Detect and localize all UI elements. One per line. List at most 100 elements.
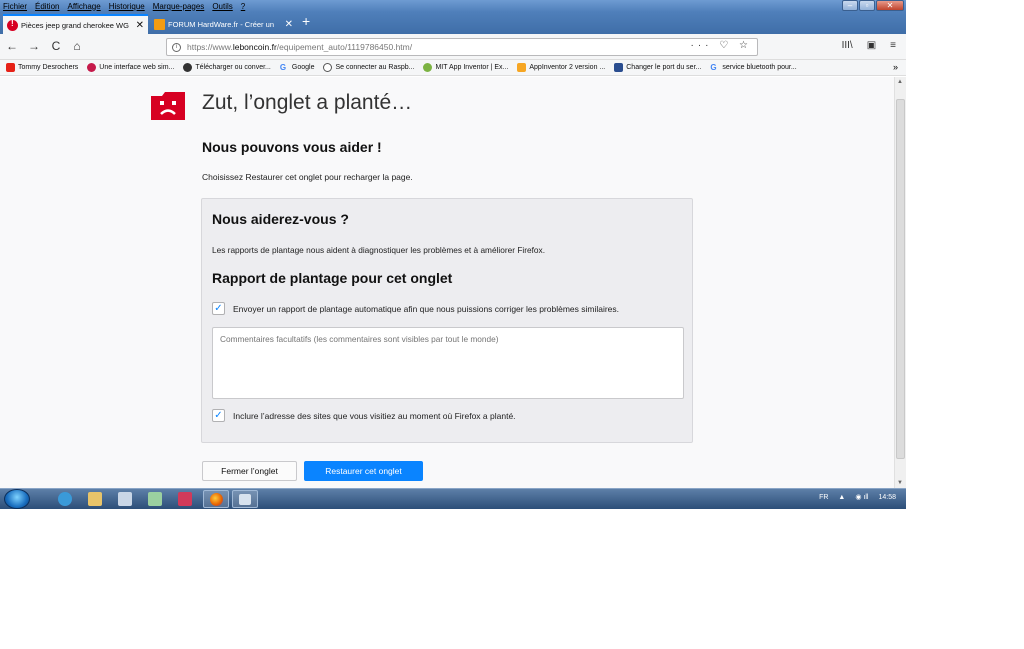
site-icon [614,63,624,72]
include-url-option[interactable]: ✓ Inclure l’adresse des sites que vous v… [212,409,516,422]
minimize-button[interactable]: – [842,0,858,11]
app-icon[interactable] [178,492,192,506]
bookmark-item[interactable]: MIT App Inventor | Ex... [423,63,508,72]
window-icon [239,494,251,505]
bookmark-item[interactable]: AppInventor 2 version ... [517,63,605,72]
maximize-button[interactable]: ▫ [859,0,875,11]
send-report-option[interactable]: ✓ Envoyer un rapport de plantage automat… [212,302,619,315]
hamburger-menu-icon[interactable]: ≡ [890,40,896,51]
mit-app-inventor-icon [423,63,433,72]
menu-outils[interactable]: Outils [212,2,232,11]
firefox-taskbar-button[interactable] [203,490,229,508]
bookmark-label: Télécharger ou conver... [195,64,271,71]
raspberry-icon [87,63,97,72]
tab-label: Pièces jeep grand cherokee WG [21,20,129,30]
menu-edition[interactable]: Édition [35,2,59,11]
file-explorer-icon[interactable] [88,492,102,506]
bookmark-item[interactable]: G Google [280,63,315,72]
tab-forum-hardware[interactable]: FORUM HardWare.fr - Créer un ✕ [150,14,297,34]
bookmark-item[interactable]: Une interface web sim... [87,63,174,72]
report-heading: Rapport de plantage pour cet onglet [212,270,453,286]
send-report-label: Envoyer un rapport de plantage automatiq… [233,303,620,314]
language-indicator[interactable]: FR [819,494,828,501]
bookmarks-toolbar: Tommy Desrochers Une interface web sim..… [0,60,906,76]
scroll-thumb[interactable] [896,99,905,459]
youtube-icon [6,63,15,72]
clock[interactable]: 14:58 [878,494,896,501]
bookmark-item[interactable]: Tommy Desrochers [6,63,78,72]
tab-label: FORUM HardWare.fr - Créer un [168,19,274,29]
reload-icon[interactable]: C [48,39,64,53]
box-text: Les rapports de plantage nous aident à d… [212,245,545,255]
menu-historique[interactable]: Historique [109,2,145,11]
menu-affichage[interactable]: Affichage [67,2,100,11]
scroll-up-icon[interactable]: ▲ [897,79,903,85]
bookmark-label: service bluetooth pour... [722,64,797,71]
info-icon[interactable]: i [172,42,181,52]
menu-help[interactable]: ? [241,2,245,11]
bookmark-item[interactable]: Changer le port du ser... [614,63,701,72]
bookmark-item[interactable]: Se connecter au Raspb... [323,63,414,72]
comments-textarea[interactable] [212,327,684,399]
toolbar-right: III\ ▣ ≡ [842,40,896,51]
bookmark-label: Tommy Desrochers [18,64,79,71]
hardware-favicon-icon [154,18,165,30]
menu-bar: Fichier Édition Affichage Historique Mar… [0,0,906,12]
back-icon[interactable]: ← [4,39,20,53]
navigation-bar: ← → C ⌂ i https://www. leboncoin.fr /equ… [0,34,906,60]
help-heading: Nous pouvons vous aider ! [202,139,382,155]
screen: Fichier Édition Affichage Historique Mar… [0,0,906,509]
app-icon[interactable] [148,492,162,506]
menu-marque-pages[interactable]: Marque-pages [153,2,205,11]
globe-icon [183,63,193,72]
include-url-checkbox[interactable]: ✓ [212,409,225,422]
globe-icon [323,63,333,72]
bookmark-label: Changer le port du ser... [626,64,702,71]
page-actions-icons[interactable]: ··· ♡ ☆ [691,40,752,51]
tab-leboncoin[interactable]: Pièces jeep grand cherokee WG ✕ [3,14,148,34]
google-icon: G [710,63,717,72]
crash-report-box: Nous aiderez-vous ? Les rapports de plan… [201,198,693,443]
google-icon: G [279,63,287,72]
app-taskbar-button[interactable] [232,490,258,508]
bookmark-label: Google [291,64,315,71]
forward-icon[interactable]: → [26,39,42,53]
url-path: /equipement_auto/1119786450.htm/ [276,42,413,52]
send-report-checkbox[interactable]: ✓ [212,302,225,315]
new-tab-button[interactable]: + [302,14,310,28]
bookmarks-overflow-icon[interactable]: » [893,62,898,72]
system-tray: FR ▲ ◉ ıll 14:58 [819,493,896,502]
internet-explorer-icon[interactable] [58,492,72,506]
box-heading: Nous aiderez-vous ? [212,211,349,227]
page-title: Zut, l’onglet a planté… [202,91,413,114]
home-icon[interactable]: ⌂ [69,39,85,53]
scroll-down-icon[interactable]: ▼ [897,480,903,486]
url-scheme: https://www. [187,42,233,52]
crash-page: Zut, l’onglet a planté… Nous pouvons vou… [0,77,894,488]
bookmark-label: MIT App Inventor | Ex... [435,64,509,71]
close-window-button[interactable]: ✕ [876,0,904,11]
library-icon[interactable]: III\ [842,40,853,51]
menu-fichier[interactable]: Fichier [3,2,27,11]
close-tab-icon[interactable]: ✕ [136,20,144,31]
bookmark-item[interactable]: Télécharger ou conver... [183,63,271,72]
appinventor-icon [517,63,527,72]
restore-tab-button[interactable]: Restaurer cet onglet [304,461,423,481]
close-tab-icon[interactable]: ✕ [285,19,293,30]
url-bar[interactable]: i https://www. leboncoin.fr /equipement_… [166,38,758,56]
tray-arrow-icon[interactable]: ▲ [838,494,845,501]
url-domain: leboncoin.fr [232,42,277,52]
firefox-icon [210,493,223,506]
network-icon[interactable] [118,492,132,506]
include-url-label: Inclure l’adresse des sites que vous vis… [233,410,516,421]
sad-tab-icon [151,92,185,120]
page-scrollbar[interactable]: ▲ ▼ [894,77,906,488]
crashed-tab-icon [7,19,18,31]
sidebar-icon[interactable]: ▣ [867,40,876,51]
bookmark-item[interactable]: Gservice bluetooth pour... [710,63,796,72]
network-tray-icon[interactable]: ◉ ıll [855,493,868,501]
help-text: Choisissez Restaurer cet onglet pour rec… [202,172,413,182]
start-button[interactable] [4,489,30,509]
close-tab-button[interactable]: Fermer l’onglet [202,461,297,481]
bookmark-label: Une interface web sim... [99,64,175,71]
